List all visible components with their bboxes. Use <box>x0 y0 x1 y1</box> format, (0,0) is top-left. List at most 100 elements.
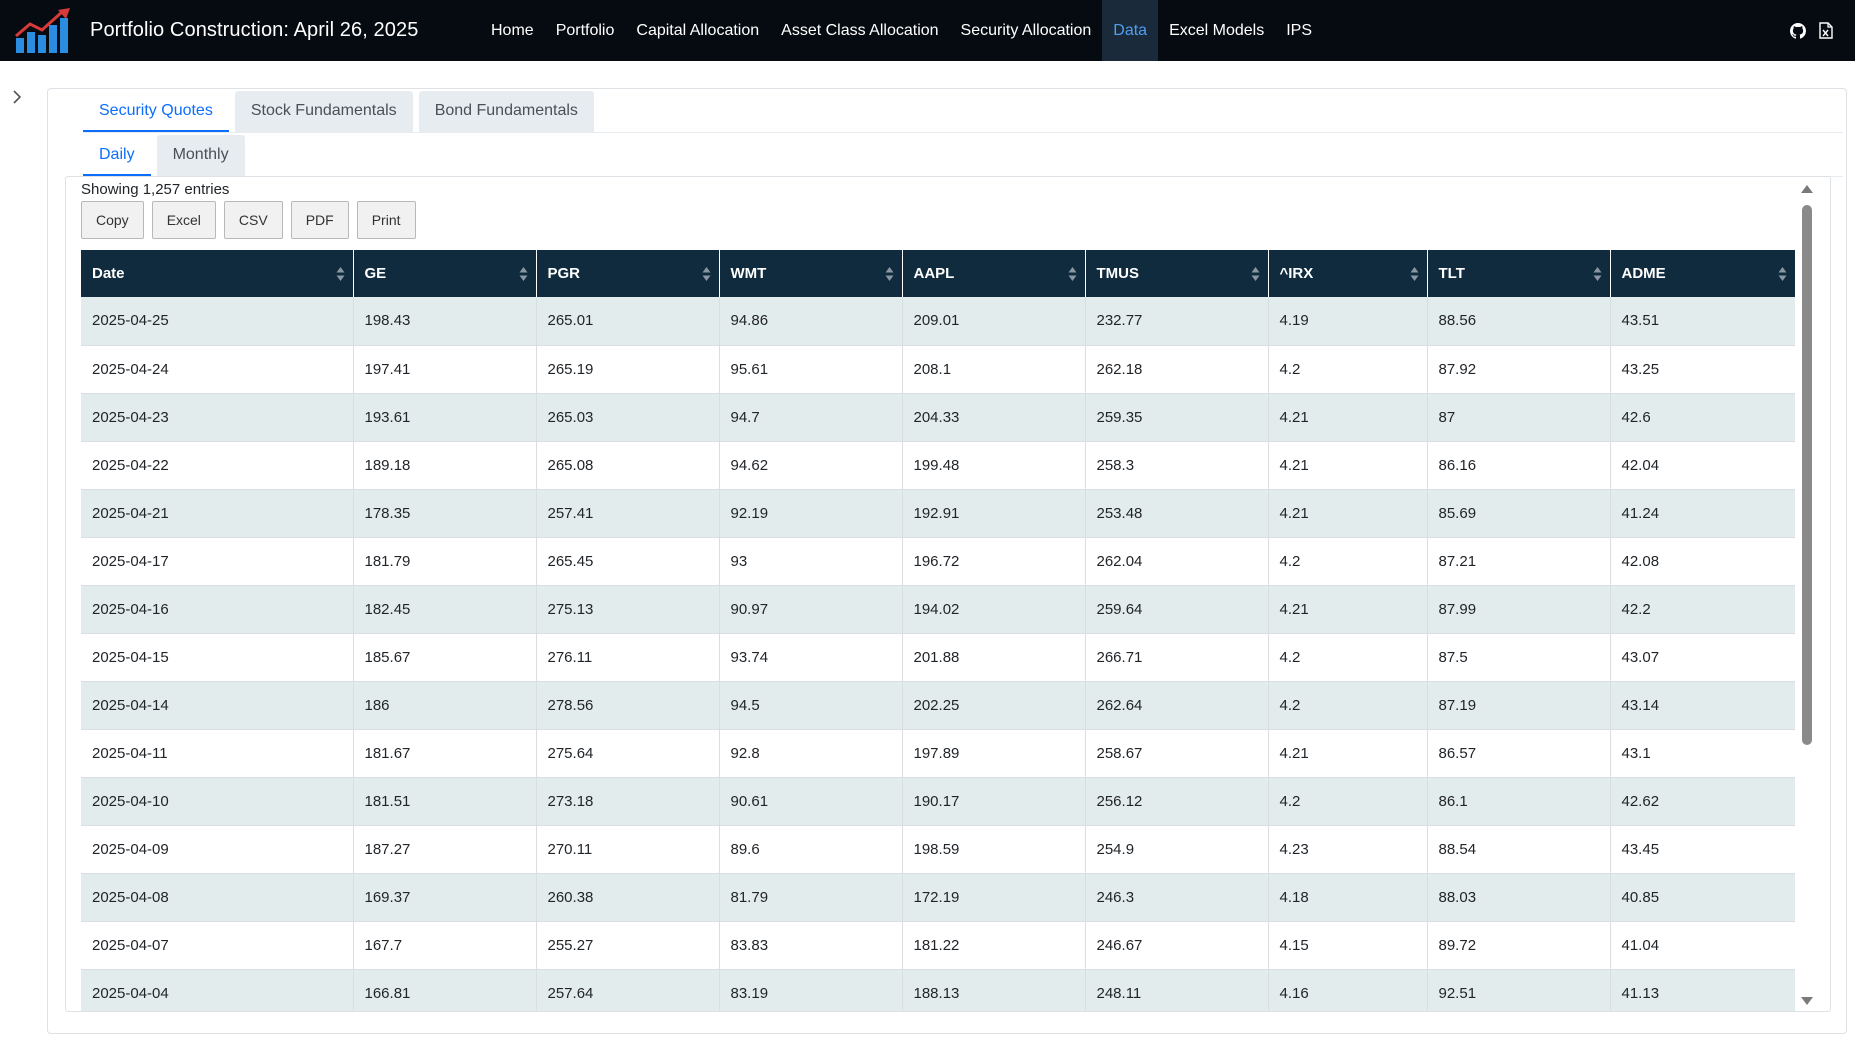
csv-button[interactable]: CSV <box>223 201 283 239</box>
table-cell: 90.61 <box>719 777 903 826</box>
nav-link-portfolio[interactable]: Portfolio <box>545 0 626 61</box>
table-cell: 88.03 <box>1427 873 1611 922</box>
table-cell: 265.03 <box>536 393 720 442</box>
table-row: 2025-04-10 181.51 273.18 90.61 190.17 256.12 4… <box>81 777 1795 826</box>
table-cell: 43.51 <box>1610 297 1795 346</box>
table-cell: 2025-04-07 <box>81 921 354 970</box>
sort-arrows-icon[interactable] <box>1068 266 1077 282</box>
tab-security-quotes[interactable]: Security Quotes <box>83 91 229 132</box>
table-row: 2025-04-22 189.18 265.08 94.62 199.48 258.3 4.… <box>81 441 1795 490</box>
table-cell: 4.2 <box>1268 633 1428 682</box>
table-cell: 87.99 <box>1427 585 1611 634</box>
table-cell: 2025-04-15 <box>81 633 354 682</box>
table-cell: 187.27 <box>353 825 537 874</box>
table-cell: 89.6 <box>719 825 903 874</box>
table-cell: 181.22 <box>902 921 1086 970</box>
excel-file-icon[interactable] <box>1817 22 1835 40</box>
table-row: 2025-04-21 178.35 257.41 92.19 192.91 253.48 4… <box>81 489 1795 538</box>
tab-bond-fundamentals[interactable]: Bond Fundamentals <box>418 91 594 132</box>
vertical-scrollbar[interactable] <box>1800 185 1814 1005</box>
sort-arrows-icon[interactable] <box>519 266 528 282</box>
nav-link-security-allocation[interactable]: Security Allocation <box>950 0 1103 61</box>
table-cell: 42.2 <box>1610 585 1795 634</box>
table-cell: 92.51 <box>1427 969 1611 1011</box>
table-cell: 87.5 <box>1427 633 1611 682</box>
frequency-tabs: Daily Monthly <box>83 135 1843 177</box>
sort-arrows-icon[interactable] <box>1410 266 1419 282</box>
table-cell: 2025-04-17 <box>81 537 354 586</box>
table-cell: 2025-04-04 <box>81 969 354 1011</box>
table-cell: 4.21 <box>1268 489 1428 538</box>
chevron-right-icon[interactable] <box>8 88 26 106</box>
github-icon[interactable] <box>1789 22 1807 40</box>
table-cell: 172.19 <box>902 873 1086 922</box>
table-cell: 90.97 <box>719 585 903 634</box>
sort-arrows-icon[interactable] <box>885 266 894 282</box>
tab-monthly[interactable]: Monthly <box>156 135 245 176</box>
table-cell: 94.5 <box>719 681 903 730</box>
column-header[interactable]: PGR <box>536 250 720 297</box>
nav-link-asset-class-allocation[interactable]: Asset Class Allocation <box>770 0 949 61</box>
column-header-label: Date <box>92 265 125 282</box>
table-cell: 169.37 <box>353 873 537 922</box>
column-header[interactable]: TMUS <box>1085 250 1269 297</box>
tab-daily[interactable]: Daily <box>83 135 151 176</box>
quotes-table: Date GE PGR WMT AAPL TMUS ^IRX TLT ADME 2025-04-… <box>81 250 1795 1011</box>
table-cell: 276.11 <box>536 633 720 682</box>
column-header-label: ADME <box>1621 265 1666 282</box>
sort-arrows-icon[interactable] <box>1778 266 1787 282</box>
table-cell: 181.79 <box>353 537 537 586</box>
copy-button[interactable]: Copy <box>81 201 144 239</box>
table-cell: 194.02 <box>902 585 1086 634</box>
table-cell: 198.43 <box>353 297 537 346</box>
table-cell: 42.6 <box>1610 393 1795 442</box>
scroll-thumb[interactable] <box>1802 205 1812 745</box>
sort-arrows-icon[interactable] <box>702 266 711 282</box>
column-header[interactable]: ^IRX <box>1268 250 1428 297</box>
table-cell: 41.04 <box>1610 921 1795 970</box>
table-cell: 87 <box>1427 393 1611 442</box>
table-body: 2025-04-25 198.43 265.01 94.86 209.01 232.77 4… <box>81 297 1795 1011</box>
column-header[interactable]: GE <box>353 250 537 297</box>
table-cell: 4.15 <box>1268 921 1428 970</box>
sort-arrows-icon[interactable] <box>336 266 345 282</box>
table-cell: 188.13 <box>902 969 1086 1011</box>
table-cell: 87.21 <box>1427 537 1611 586</box>
table-cell: 197.41 <box>353 345 537 394</box>
bar-chart-growth-icon[interactable] <box>14 8 76 54</box>
column-header[interactable]: WMT <box>719 250 903 297</box>
nav-link-data[interactable]: Data <box>1102 0 1159 61</box>
data-tabs: Security Quotes Stock Fundamentals Bond … <box>83 91 1843 133</box>
excel-button[interactable]: Excel <box>151 201 216 239</box>
table-cell: 43.07 <box>1610 633 1795 682</box>
table-row: 2025-04-15 185.67 276.11 93.74 201.88 266.71 4… <box>81 633 1795 682</box>
sort-arrows-icon[interactable] <box>1251 266 1260 282</box>
column-header[interactable]: TLT <box>1427 250 1611 297</box>
column-header[interactable]: AAPL <box>902 250 1086 297</box>
table-cell: 83.19 <box>719 969 903 1011</box>
table-cell: 2025-04-09 <box>81 825 354 874</box>
table-cell: 93 <box>719 537 903 586</box>
table-cell: 199.48 <box>902 441 1086 490</box>
pdf-button[interactable]: PDF <box>290 201 349 239</box>
nav-link-ips[interactable]: IPS <box>1275 0 1323 61</box>
tab-stock-fundamentals[interactable]: Stock Fundamentals <box>234 91 413 132</box>
nav-link-home[interactable]: Home <box>480 0 545 61</box>
column-header[interactable]: ADME <box>1610 250 1795 297</box>
column-header[interactable]: Date <box>81 250 354 297</box>
nav-link-capital-allocation[interactable]: Capital Allocation <box>625 0 770 61</box>
table-cell: 42.08 <box>1610 537 1795 586</box>
sort-arrows-icon[interactable] <box>1593 266 1602 282</box>
table-cell: 4.18 <box>1268 873 1428 922</box>
table-cell: 262.04 <box>1085 537 1269 586</box>
table-cell: 86.57 <box>1427 729 1611 778</box>
nav-links: Home Portfolio Capital Allocation Asset … <box>480 0 1323 61</box>
nav-link-excel-models[interactable]: Excel Models <box>1158 0 1275 61</box>
print-button[interactable]: Print <box>356 201 416 239</box>
table-cell: 259.35 <box>1085 393 1269 442</box>
table-cell: 278.56 <box>536 681 720 730</box>
table-cell: 85.69 <box>1427 489 1611 538</box>
scroll-up-arrow-icon[interactable] <box>1801 185 1813 193</box>
scroll-down-arrow-icon[interactable] <box>1801 997 1813 1005</box>
table-cell: 89.72 <box>1427 921 1611 970</box>
